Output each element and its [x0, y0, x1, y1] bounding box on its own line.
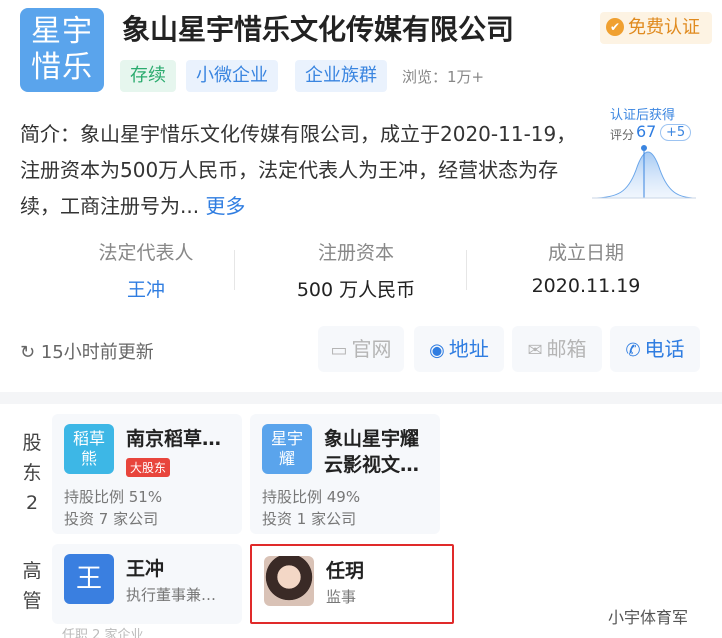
manager-role: 监事	[326, 588, 357, 606]
email-button[interactable]: ✉ 邮箱	[512, 326, 602, 372]
phone-label: 电话	[644, 337, 685, 361]
shareholders-label-line2: 东	[22, 462, 42, 484]
score-value: 67	[636, 122, 657, 141]
founded-value: 2020.11.19	[531, 275, 641, 297]
updated-text: 15小时前更新	[40, 342, 154, 363]
founded-date: 成立日期 2020.11.19	[496, 238, 676, 297]
shareholder-name: 象山星宇耀	[324, 428, 420, 450]
capital-value: 500 万人民币	[296, 279, 416, 301]
status-tag[interactable]: 存续	[120, 60, 176, 92]
cert-label: 免费认证	[628, 17, 700, 38]
address-label: 地址	[448, 337, 489, 361]
company-intro: 简介：象山星宇惜乐文化传媒有限公司，成立于2020-11-19，注册资本为500…	[20, 116, 580, 224]
shareholders-label[interactable]: 股 东 2	[16, 428, 48, 518]
capital-label: 注册资本	[317, 242, 394, 264]
email-label: 邮箱	[546, 337, 587, 361]
info-divider	[466, 250, 467, 290]
managers-label-line2: 管	[22, 590, 42, 612]
invest-count: 投资 7 家公司	[64, 510, 159, 528]
shareholder-name-line2: 云影视文…	[324, 454, 420, 476]
cert-check-icon: ✔	[606, 18, 624, 36]
avatar-text: 星宇	[270, 429, 303, 448]
manager-card[interactable]: 王 王冲 执行董事兼…	[52, 544, 242, 624]
manager-name: 王冲	[126, 558, 165, 580]
score-widget[interactable]: 认证后获得 评分 67 +5	[588, 104, 700, 204]
phone-button[interactable]: ✆ 电话	[610, 326, 700, 372]
location-pin-icon: ◉	[429, 340, 445, 361]
company-logo: 星宇 惜乐	[20, 8, 104, 92]
share-ratio: 持股比例 51%	[64, 488, 163, 506]
founded-label: 成立日期	[547, 242, 624, 264]
shareholders-count: 2	[25, 492, 39, 514]
registered-capital: 注册资本 500 万人民币	[266, 238, 446, 302]
manager-photo	[264, 556, 314, 606]
avatar-text: 耀	[278, 449, 295, 468]
section-divider	[0, 392, 722, 404]
manager-avatar: 王	[64, 554, 114, 604]
invest-count: 投资 1 家公司	[262, 510, 357, 528]
share-ratio: 持股比例 49%	[262, 488, 361, 506]
view-count: 浏览：1万+	[402, 68, 485, 86]
avatar-text: 熊	[80, 449, 97, 468]
manager-role: 执行董事兼…	[126, 586, 217, 604]
address-button[interactable]: ◉ 地址	[414, 326, 504, 372]
shareholder-avatar: 星宇 耀	[262, 424, 312, 474]
refresh-icon: ↻	[20, 342, 36, 363]
logo-text-line2: 惜乐	[31, 50, 93, 85]
small-business-tag[interactable]: 小微企业	[186, 60, 278, 92]
score-plus: +5	[660, 124, 692, 141]
info-divider	[234, 250, 235, 290]
phone-icon: ✆	[625, 340, 641, 361]
watermark: 小宇体育军	[608, 608, 689, 627]
legal-rep: 法定代表人 王冲	[56, 238, 236, 302]
major-shareholder-badge: 大股东	[126, 458, 171, 477]
managers-label-line1: 高	[22, 560, 42, 582]
manager-name: 任玥	[326, 560, 365, 582]
legal-rep-label: 法定代表人	[98, 242, 194, 264]
shareholder-card[interactable]: 星宇 耀 象山星宇耀 云影视文… 持股比例 49% 投资 1 家公司	[250, 414, 440, 534]
managers-label[interactable]: 高 管	[16, 556, 48, 616]
website-label: 官网	[351, 337, 392, 361]
manager-post-count: 任职 2 家企业	[62, 628, 144, 638]
intro-text: 简介：象山星宇惜乐文化传媒有限公司，成立于2020-11-19，注册资本为500…	[20, 122, 577, 218]
legal-rep-value[interactable]: 王冲	[56, 275, 236, 302]
score-marker-dot	[641, 145, 647, 151]
manager-card-highlighted[interactable]: 任玥 监事	[250, 544, 454, 624]
monitor-icon: ▭	[330, 340, 348, 361]
shareholder-name: 南京稻草…	[126, 428, 222, 450]
mail-icon: ✉	[527, 340, 543, 361]
company-name: 象山星宇惜乐文化传媒有限公司	[122, 13, 515, 46]
score-distribution-curve	[591, 145, 697, 199]
shareholder-avatar: 稻草 熊	[64, 424, 114, 474]
score-label: 评分	[610, 128, 635, 142]
website-button[interactable]: ▭ 官网	[318, 326, 404, 372]
score-title: 认证后获得	[610, 108, 676, 123]
logo-text-line1: 星宇	[31, 14, 93, 49]
free-cert-button[interactable]: ✔ 免费认证	[600, 12, 712, 44]
avatar-text: 稻草	[72, 429, 105, 448]
company-group-tag[interactable]: 企业族群	[295, 60, 387, 92]
last-updated: ↻ 15小时前更新	[20, 338, 154, 364]
shareholders-label-line1: 股	[22, 432, 42, 454]
more-link[interactable]: 更多	[205, 194, 245, 218]
shareholder-card[interactable]: 稻草 熊 南京稻草… 大股东 持股比例 51% 投资 7 家公司	[52, 414, 242, 534]
